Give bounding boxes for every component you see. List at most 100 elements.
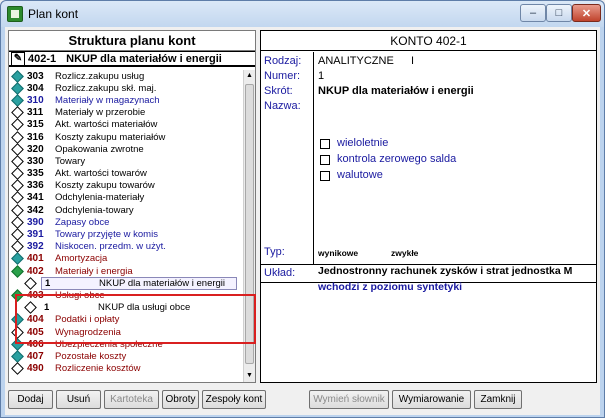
tree-item[interactable]: 405 Wynagrodzenia	[9, 325, 245, 339]
tree-item[interactable]: 303 Rozlicz.zakupu usług	[9, 70, 245, 83]
filled-diamond-icon	[11, 313, 24, 327]
skrot-label: Skrót:	[264, 85, 293, 97]
checkbox-wieloletnie[interactable]	[320, 139, 330, 149]
numer-label: Numer:	[264, 70, 301, 82]
scroll-thumb[interactable]	[245, 84, 254, 364]
zespoly-kont-button[interactable]: Zespoły kont	[202, 390, 266, 409]
title-bar[interactable]: Plan kont – □ ✕	[1, 1, 604, 27]
tree-item-code: 330	[27, 155, 44, 167]
tree-subitem-code: 1	[45, 277, 51, 289]
selected-account-name: NKUP dla materiałów i energii	[66, 52, 222, 65]
wymiarowanie-button[interactable]: Wymiarowanie	[392, 390, 471, 409]
empty-diamond-icon	[11, 155, 24, 168]
typ-value-zwykle: zwykłe	[391, 248, 419, 258]
tree-item-code: 342	[27, 204, 44, 216]
tree-subitem-name: NKUP dla materiałów i energii	[99, 277, 226, 289]
tree-item-code: 320	[27, 143, 44, 155]
dodaj-button[interactable]: Dodaj	[8, 390, 53, 409]
skrot-value: NKUP dla materiałów i energii	[318, 85, 474, 97]
tree-item[interactable]: 404 Podatki i opłaty	[9, 313, 245, 327]
tree-item-code: 403	[27, 289, 44, 301]
tree-item-name: Materiały w przerobie	[55, 107, 146, 119]
rodzaj-level: I	[411, 55, 415, 67]
checkbox-wieloletnie-label: wieloletnie	[337, 137, 389, 149]
zamknij-button[interactable]: Zamknij	[474, 390, 522, 409]
tree-scrollbar[interactable]: ▲ ▼	[243, 70, 255, 382]
tree-item[interactable]: 335 Akt. wartości towarów	[9, 167, 245, 180]
tree-item-code: 407	[27, 350, 44, 362]
tree-item[interactable]: 330 Towary	[9, 155, 245, 168]
tree-item[interactable]: 320 Opakowania zwrotne	[9, 142, 245, 156]
close-button[interactable]: ✕	[572, 4, 601, 22]
nazwa-label: Nazwa:	[264, 100, 301, 112]
tree-item[interactable]: 402 Materiały i energia	[9, 264, 245, 278]
tree-item[interactable]: 392 Niskocen. przedm. w użyt.	[9, 240, 245, 254]
tree-item[interactable]: 311 Materiały w przerobie	[9, 106, 245, 120]
tree-item-name: Koszty zakupu towarów	[55, 180, 155, 192]
kartoteka-button[interactable]: Kartoteka	[104, 390, 159, 409]
account-tree-list[interactable]: 303 Rozlicz.zakupu usług 304 Rozlicz.zakupu…	[9, 70, 245, 382]
tree-selected-account[interactable]: ✎ 402-1 NKUP dla materiałów i energii	[9, 51, 255, 67]
tree-item[interactable]: 391 Towary przyjęte w komis	[9, 228, 245, 241]
tree-item[interactable]: 341 Odchylenia-materiały	[9, 191, 245, 205]
minimize-button[interactable]: –	[520, 4, 546, 22]
maximize-button[interactable]: □	[546, 4, 572, 22]
tree-item-code: 391	[27, 229, 44, 241]
app-icon	[7, 6, 23, 22]
window-title: Plan kont	[28, 7, 79, 21]
scroll-down-arrow-icon[interactable]: ▼	[244, 370, 255, 382]
subaccount-diamond-icon	[24, 301, 37, 315]
tree-item-code: 303	[27, 70, 44, 82]
tree-item[interactable]: 304 Rozlicz.zakupu skł. maj.	[9, 81, 245, 95]
tree-item[interactable]: 342 Odchylenia-towary	[9, 203, 245, 217]
tree-item-code: 341	[27, 192, 44, 204]
tree-item-name: Rozlicz.zakupu usług	[55, 70, 145, 82]
filled-diamond-icon	[11, 289, 24, 302]
tree-item-name: Odchylenia-towary	[55, 204, 134, 216]
tree-item[interactable]: 490 Rozliczenie kosztów	[9, 362, 245, 375]
selected-account-code: 402-1	[28, 52, 57, 65]
tree-item-name: Zapasy obce	[55, 216, 110, 228]
typ-value-wynikowe: wynikowe	[318, 248, 359, 258]
tree-item-code: 335	[27, 168, 44, 180]
tree-item[interactable]: 315 Akt. wartości materiałów	[9, 118, 245, 132]
filled-diamond-icon	[11, 94, 24, 107]
tree-item[interactable]: 316 Koszty zakupu materiałów	[9, 130, 245, 144]
maximize-icon: □	[555, 7, 563, 19]
pencil-icon: ✎	[11, 51, 25, 66]
empty-diamond-icon	[11, 106, 24, 120]
client-area: Struktura planu kont ✎ 402-1 NKUP dla ma…	[5, 27, 600, 415]
tree-item-name: Ubezpieczenia społeczne	[55, 338, 163, 350]
wymien-slownik-button[interactable]: Wymień słownik	[309, 390, 389, 409]
tree-item-name: Akt. wartości towarów	[55, 168, 147, 180]
tree-item-code: 316	[27, 131, 44, 143]
account-detail-panel: KONTO 402-1 Rodzaj: ANALITYCZNE I Numer:…	[260, 30, 597, 383]
empty-diamond-icon	[11, 142, 24, 156]
tree-item[interactable]: 401 Amortyzacja	[9, 252, 245, 266]
tree-item-name: Rozliczenie kosztów	[55, 363, 141, 375]
usun-button[interactable]: Usuń	[56, 390, 101, 409]
checkbox-walutowe[interactable]	[320, 171, 330, 181]
tree-item-code: 390	[27, 216, 44, 228]
detail-title: KONTO 402-1	[261, 31, 596, 51]
tree-item[interactable]: 336 Koszty zakupu towarów	[9, 179, 245, 193]
tree-item[interactable]: 403 Usługi obce	[9, 289, 245, 302]
tree-item-name: Usługi obce	[55, 289, 105, 301]
filled-diamond-icon	[11, 350, 24, 363]
tree-item[interactable]: 406 Ubezpieczenia społeczne	[9, 337, 245, 351]
checkbox-kontrola-zerowego-salda[interactable]	[320, 155, 330, 165]
tree-subitem[interactable]: 1 NKUP dla usługi obce	[9, 301, 245, 315]
tree-item-name: Materiały i energia	[55, 265, 133, 277]
tree-item-name: Koszty zakupu materiałów	[55, 131, 166, 143]
app-window: Plan kont – □ ✕ Struktura planu kont ✎ 4…	[0, 0, 605, 418]
scroll-up-arrow-icon[interactable]: ▲	[244, 70, 255, 82]
tree-item-name: Amortyzacja	[55, 253, 108, 265]
tree-item-name: Wynagrodzenia	[55, 326, 121, 338]
tree-item[interactable]: 390 Zapasy obce	[9, 215, 245, 229]
obroty-button[interactable]: Obroty	[162, 390, 199, 409]
uklad-note: wchodzi z poziomu syntetyki	[318, 281, 463, 293]
tree-item[interactable]: 310 Materiały w magazynach	[9, 94, 245, 107]
tree-item-code: 336	[27, 180, 44, 192]
tree-subitem[interactable]: 1 NKUP dla materiałów i energii	[9, 276, 245, 290]
tree-item[interactable]: 407 Pozostałe koszty	[9, 350, 245, 363]
